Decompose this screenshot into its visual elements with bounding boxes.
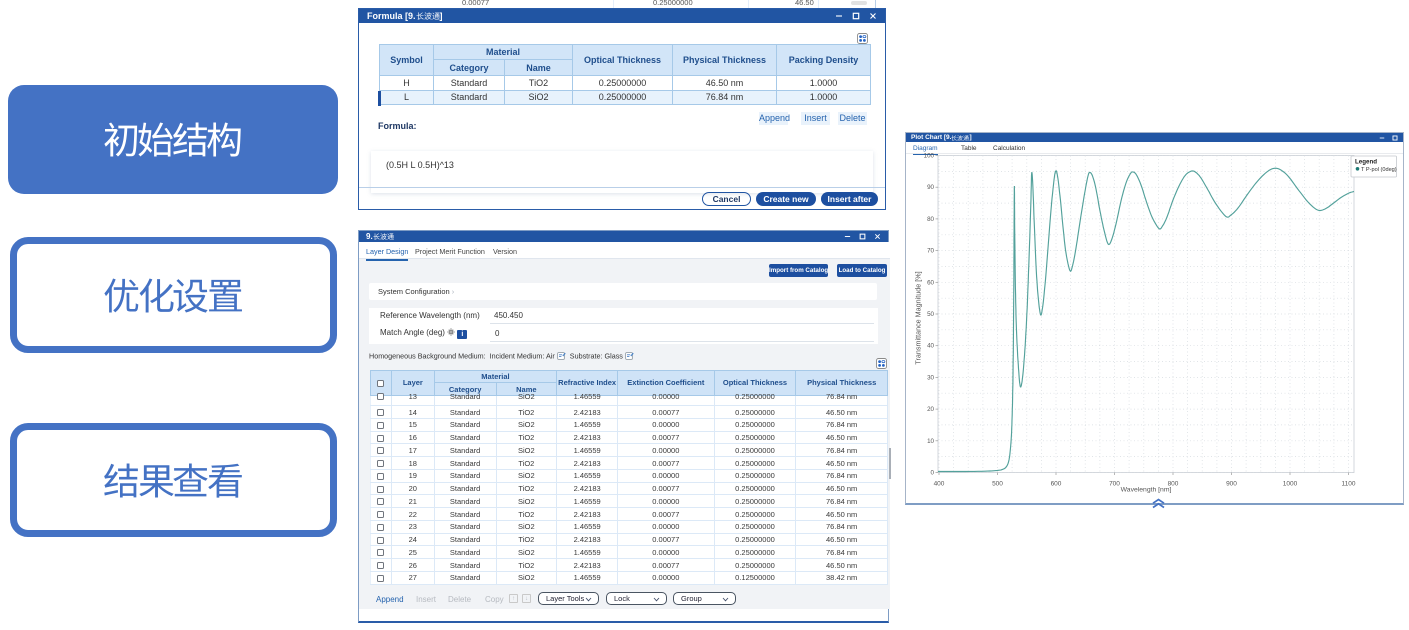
svg-text:600: 600 [1051, 481, 1062, 488]
svg-text:30: 30 [927, 374, 934, 381]
svg-text:80: 80 [927, 216, 934, 223]
svg-text:900: 900 [1226, 481, 1237, 488]
svg-text:700: 700 [1109, 481, 1120, 488]
svg-text:1100: 1100 [1342, 481, 1356, 488]
svg-text:400: 400 [934, 481, 945, 488]
svg-text:1000: 1000 [1283, 481, 1298, 488]
svg-text:0: 0 [931, 470, 935, 477]
svg-text:10: 10 [927, 438, 934, 445]
svg-text:20: 20 [927, 406, 934, 413]
svg-text:500: 500 [992, 481, 1003, 488]
svg-text:50: 50 [927, 311, 934, 318]
svg-text:100: 100 [924, 153, 935, 160]
svg-text:70: 70 [927, 248, 934, 255]
svg-text:Wavelength [nm]: Wavelength [nm] [1121, 487, 1172, 494]
svg-text:90: 90 [927, 184, 934, 191]
svg-text:Legend: Legend [1355, 159, 1377, 166]
svg-text:60: 60 [927, 279, 934, 286]
svg-text:Transmittance Magnitude [%]: Transmittance Magnitude [%] [914, 271, 923, 364]
svg-text:T P-pol (0deg): T P-pol (0deg) [1361, 167, 1397, 173]
svg-text:40: 40 [927, 343, 934, 350]
